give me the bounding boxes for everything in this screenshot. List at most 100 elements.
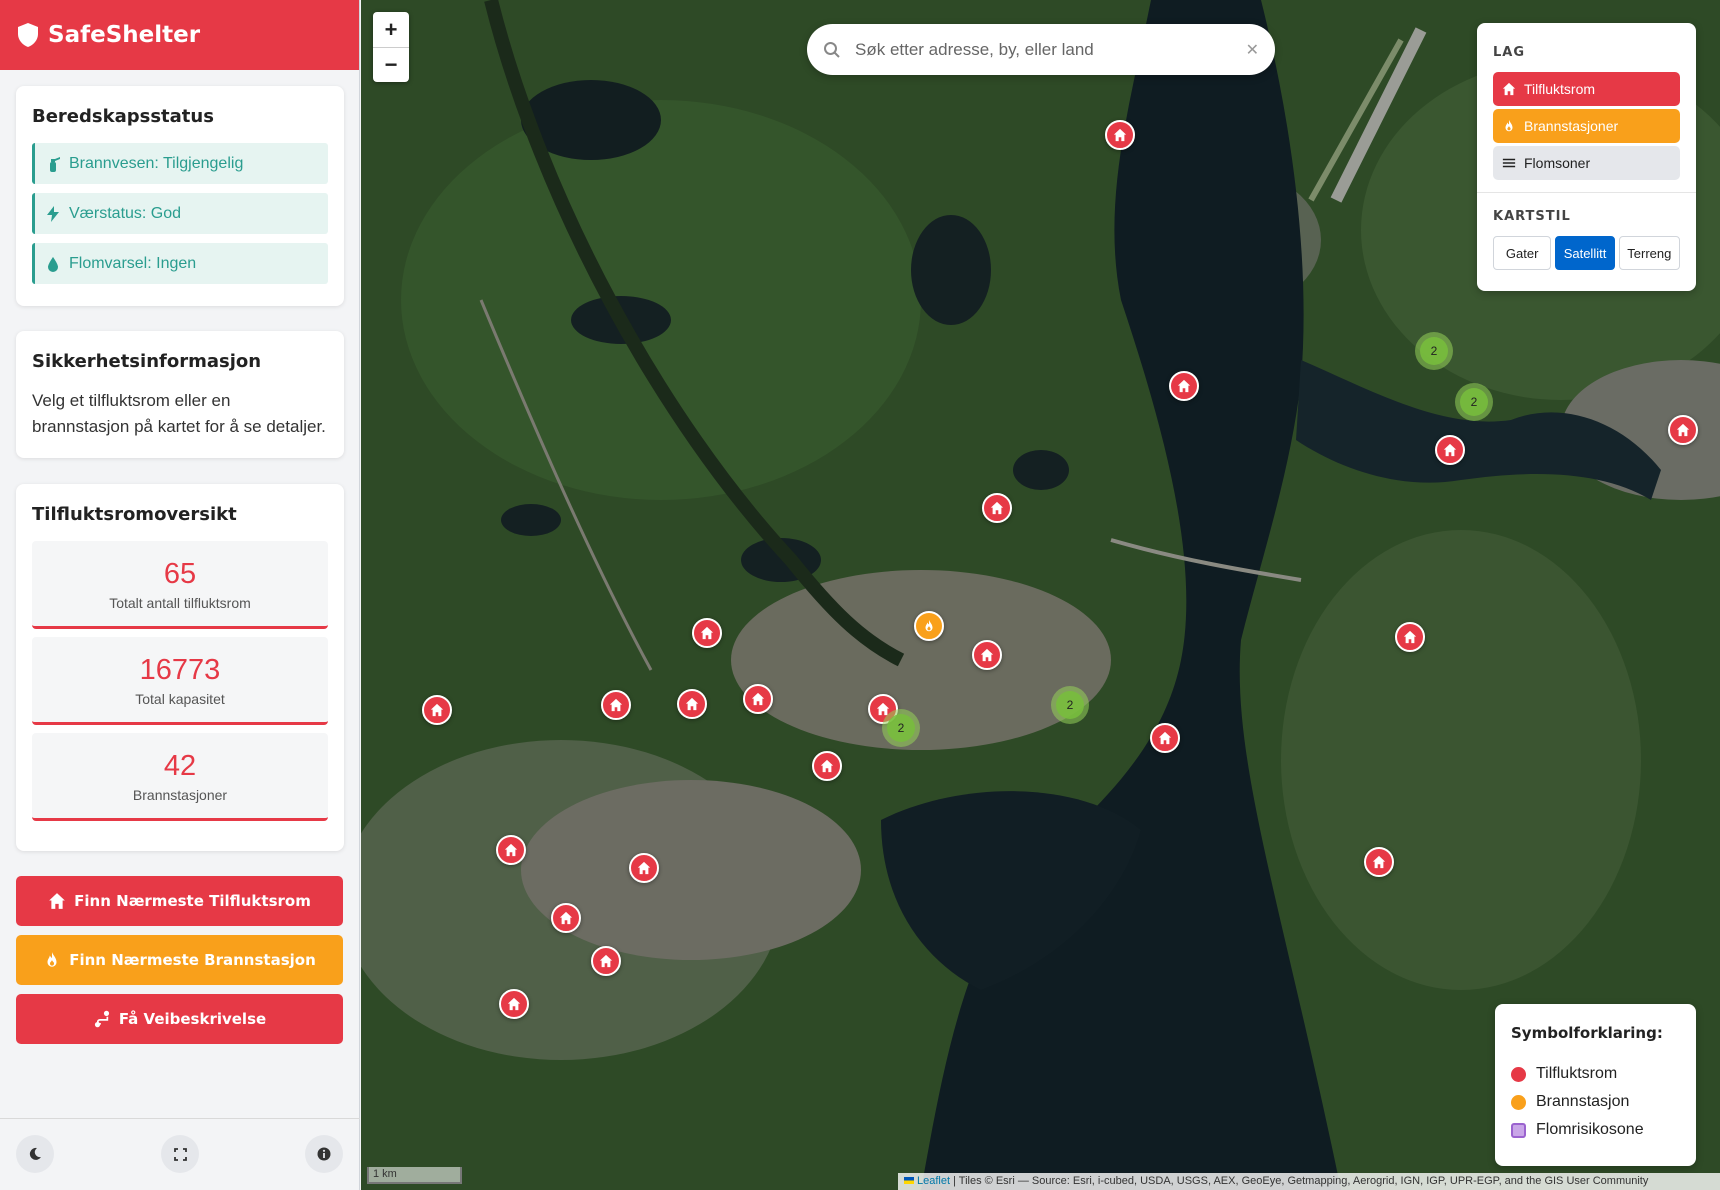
map-style-terrain-button[interactable]: Terreng <box>1618 236 1680 270</box>
home-icon <box>1177 379 1191 393</box>
find-nearest-shelter-label: Finn Nærmeste Tilfluktsrom <box>74 892 311 910</box>
cluster-count: 2 <box>1420 337 1448 365</box>
bolt-icon <box>47 205 59 222</box>
firestation-dot-icon <box>1511 1094 1526 1110</box>
home-icon <box>1443 443 1457 457</box>
shelter-marker[interactable] <box>1395 622 1425 652</box>
shelter-marker[interactable] <box>1150 723 1180 753</box>
zoom-out-button[interactable]: − <box>373 47 409 82</box>
status-weather-label: Værstatus: God <box>69 204 182 222</box>
marker-cluster[interactable]: 2 <box>1051 686 1089 724</box>
find-nearest-shelter-button[interactable]: Finn Nærmeste Tilfluktsrom <box>16 876 343 926</box>
safety-info-title: Sikkerhetsinformasjon <box>32 351 262 372</box>
attribution-text: | Tiles © Esri — Source: Esri, i-cubed, … <box>950 1175 1649 1187</box>
home-icon <box>559 911 573 925</box>
cluster-count: 2 <box>887 714 915 742</box>
shelter-marker[interactable] <box>1105 120 1135 150</box>
shelter-marker[interactable] <box>1169 371 1199 401</box>
floodzone-square-icon <box>1511 1122 1526 1138</box>
stat-label: Brannstasjoner <box>132 786 228 803</box>
water-waves-icon <box>1502 158 1516 168</box>
shelter-marker[interactable] <box>591 946 621 976</box>
shelter-marker[interactable] <box>601 690 631 720</box>
route-icon <box>94 1010 109 1028</box>
info-icon <box>317 1147 331 1161</box>
status-weather: Værstatus: God <box>32 193 328 234</box>
marker-cluster[interactable]: 2 <box>1415 332 1453 370</box>
legend-title: Symbolforklaring: <box>1511 1024 1663 1042</box>
legend-label: Tilfluktsrom <box>1536 1065 1618 1082</box>
shelter-marker[interactable] <box>677 689 707 719</box>
marker-cluster[interactable]: 2 <box>882 709 920 747</box>
find-nearest-firestation-button[interactable]: Finn Nærmeste Brannstasjon <box>16 935 343 985</box>
shelter-marker[interactable] <box>982 493 1012 523</box>
home-icon <box>49 893 66 909</box>
map-style-satellite-button[interactable]: Satellitt <box>1555 236 1615 270</box>
moon-icon <box>29 1147 41 1160</box>
dark-mode-toggle[interactable] <box>16 1135 54 1173</box>
layer-toggle-firestations[interactable]: Brannstasjoner <box>1493 109 1680 143</box>
search-bar: ✕ <box>807 24 1275 75</box>
firestation-marker[interactable] <box>914 611 944 641</box>
overview-title: Tilfluktsromoversikt <box>32 504 237 525</box>
shelter-marker[interactable] <box>1435 435 1465 465</box>
map-scale: 1 km <box>367 1167 462 1184</box>
shelter-dot-icon <box>1511 1066 1526 1082</box>
shelter-marker[interactable] <box>743 684 773 714</box>
home-icon <box>1113 128 1127 142</box>
clear-search-icon[interactable]: ✕ <box>1246 40 1259 60</box>
shelter-marker[interactable] <box>422 695 452 725</box>
layers-panel: LAG Tilfluktsrom Brannstasjoner Flomsone… <box>1477 23 1696 291</box>
home-icon <box>504 843 518 857</box>
get-directions-button[interactable]: Få Veibeskrivelse <box>16 994 343 1044</box>
shelter-marker[interactable] <box>496 835 526 865</box>
stat-total-shelters: 65 Totalt antall tilfluktsrom <box>32 541 328 629</box>
home-icon <box>599 954 613 968</box>
app-header: SafeShelter <box>0 0 359 70</box>
zoom-in-button[interactable]: + <box>373 12 409 47</box>
shelter-marker[interactable] <box>812 751 842 781</box>
shelter-marker[interactable] <box>629 853 659 883</box>
layer-label: Flomsoner <box>1524 155 1591 171</box>
fire-icon <box>1505 119 1513 132</box>
zoom-control: + − <box>373 12 409 82</box>
shelter-marker[interactable] <box>1668 415 1698 445</box>
map-style-title: KARTSTIL <box>1493 209 1571 224</box>
marker-cluster[interactable]: 2 <box>1455 383 1493 421</box>
readiness-card: Beredskapsstatus Brannvesen: Tilgjengeli… <box>16 86 344 306</box>
cluster-count: 2 <box>1056 691 1084 719</box>
legend-item-shelter: Tilfluktsrom <box>1511 1060 1680 1088</box>
stat-total-capacity: 16773 Total kapasitet <box>32 637 328 725</box>
home-icon <box>1372 855 1386 869</box>
home-icon <box>609 698 623 712</box>
search-input[interactable] <box>855 39 1246 60</box>
shelter-overview-card: Tilfluktsromoversikt 65 Totalt antall ti… <box>16 484 344 851</box>
layer-toggle-floodzones[interactable]: Flomsoner <box>1493 146 1680 180</box>
sidebar: SafeShelter Beredskapsstatus Brannvesen:… <box>0 0 360 1190</box>
layer-toggle-shelters[interactable]: Tilfluktsrom <box>1493 72 1680 106</box>
stat-value: 42 <box>163 749 197 782</box>
shelter-marker[interactable] <box>972 640 1002 670</box>
map-style-streets-button[interactable]: Gater <box>1493 236 1552 270</box>
info-button[interactable] <box>305 1135 343 1173</box>
fire-extinguisher-icon <box>50 156 60 172</box>
leaflet-link[interactable]: Leaflet <box>917 1175 950 1187</box>
home-icon <box>980 648 994 662</box>
readiness-title: Beredskapsstatus <box>32 106 214 127</box>
layer-label: Brannstasjoner <box>1524 118 1619 134</box>
fullscreen-button[interactable] <box>161 1135 199 1173</box>
home-icon <box>990 501 1004 515</box>
home-icon <box>1502 82 1516 96</box>
cluster-count: 2 <box>1460 388 1488 416</box>
shelter-marker[interactable] <box>499 989 529 1019</box>
home-icon <box>507 997 521 1011</box>
search-icon <box>824 41 840 58</box>
legend-label: Flomrisikosone <box>1536 1121 1644 1138</box>
home-icon <box>430 703 444 717</box>
shelter-marker[interactable] <box>1364 847 1394 877</box>
home-icon <box>685 697 699 711</box>
map[interactable]: + − ✕ LAG Tilfluktsrom Brannstasjoner Fl… <box>361 0 1720 1190</box>
shelter-marker[interactable] <box>692 618 722 648</box>
shelter-marker[interactable] <box>551 903 581 933</box>
map-attribution: Leaflet | Tiles © Esri — Source: Esri, i… <box>898 1173 1720 1190</box>
